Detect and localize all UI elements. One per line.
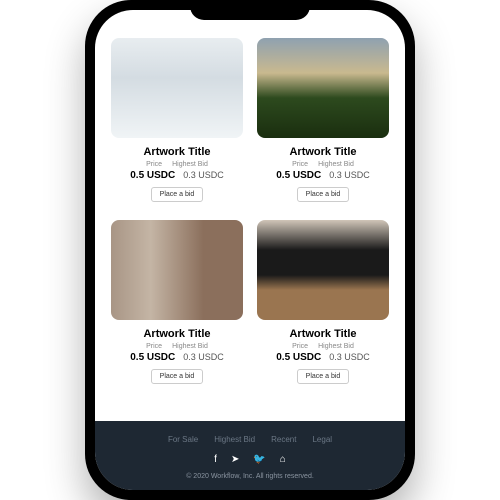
price-labels: Price Highest Bid <box>146 343 208 350</box>
footer: For Sale Highest Bid Recent Legal f ➤ 🐦 … <box>95 421 405 490</box>
artwork-card: Artwork Title PriceHighest Bid 0.5 USDC0… <box>111 38 243 202</box>
artwork-card: Artwork Title PriceHighest Bid 0.5 USDC0… <box>111 220 243 384</box>
price-label: Price <box>146 161 162 168</box>
footer-link-highestbid[interactable]: Highest Bid <box>214 435 255 444</box>
bid-label: Highest Bid <box>318 161 354 168</box>
artwork-image[interactable] <box>257 38 389 138</box>
bid-value: 0.3 USDC <box>329 170 370 180</box>
bid-label: Highest Bid <box>172 343 208 350</box>
footer-link-legal[interactable]: Legal <box>312 435 332 444</box>
price-labels: Price Highest Bid <box>146 161 208 168</box>
price-values: 0.5 USDC 0.3 USDC <box>276 170 370 181</box>
footer-links: For Sale Highest Bid Recent Legal <box>95 435 405 444</box>
artwork-title: Artwork Title <box>289 328 356 340</box>
phone-notch <box>190 0 310 20</box>
bid-label: Highest Bid <box>172 161 208 168</box>
price-labels: Price Highest Bid <box>292 161 354 168</box>
price-values: 0.5 USDC 0.3 USDC <box>276 352 370 363</box>
artwork-title: Artwork Title <box>143 146 210 158</box>
artwork-grid: Artwork Title PriceHighest Bid 0.5 USDC0… <box>111 38 389 384</box>
artwork-image[interactable] <box>111 220 243 320</box>
price-value: 0.5 USDC <box>276 170 321 181</box>
facebook-icon[interactable]: f <box>214 454 217 465</box>
bid-value: 0.3 USDC <box>183 170 224 180</box>
artwork-image[interactable] <box>111 38 243 138</box>
bid-value: 0.3 USDC <box>183 352 224 362</box>
artwork-card: Artwork Title PriceHighest Bid 0.5 USDC0… <box>257 38 389 202</box>
artwork-title: Artwork Title <box>289 146 356 158</box>
content-area: Artwork Title PriceHighest Bid 0.5 USDC0… <box>95 10 405 421</box>
price-value: 0.5 USDC <box>276 352 321 363</box>
phone-frame: Artwork Title PriceHighest Bid 0.5 USDC0… <box>85 0 415 500</box>
artwork-image[interactable] <box>257 220 389 320</box>
price-values: 0.5 USDC 0.3 USDC <box>130 170 224 181</box>
price-value: 0.5 USDC <box>130 170 175 181</box>
place-bid-button[interactable]: Place a bid <box>297 369 350 384</box>
twitter-icon[interactable]: 🐦 <box>253 454 265 465</box>
telegram-icon[interactable]: ➤ <box>231 454 239 465</box>
footer-link-recent[interactable]: Recent <box>271 435 296 444</box>
github-icon[interactable]: ⌂ <box>280 454 286 465</box>
price-label: Price <box>292 343 308 350</box>
price-label: Price <box>146 343 162 350</box>
price-value: 0.5 USDC <box>130 352 175 363</box>
price-labels: Price Highest Bid <box>292 343 354 350</box>
price-values: 0.5 USDC 0.3 USDC <box>130 352 224 363</box>
copyright: © 2020 Workflow, Inc. All rights reserve… <box>95 473 405 480</box>
footer-link-forsale[interactable]: For Sale <box>168 435 198 444</box>
place-bid-button[interactable]: Place a bid <box>151 187 204 202</box>
artwork-title: Artwork Title <box>143 328 210 340</box>
bid-value: 0.3 USDC <box>329 352 370 362</box>
phone-screen: Artwork Title PriceHighest Bid 0.5 USDC0… <box>95 10 405 490</box>
artwork-card: Artwork Title PriceHighest Bid 0.5 USDC0… <box>257 220 389 384</box>
social-icons: f ➤ 🐦 ⌂ <box>95 454 405 465</box>
place-bid-button[interactable]: Place a bid <box>151 369 204 384</box>
price-label: Price <box>292 161 308 168</box>
place-bid-button[interactable]: Place a bid <box>297 187 350 202</box>
bid-label: Highest Bid <box>318 343 354 350</box>
